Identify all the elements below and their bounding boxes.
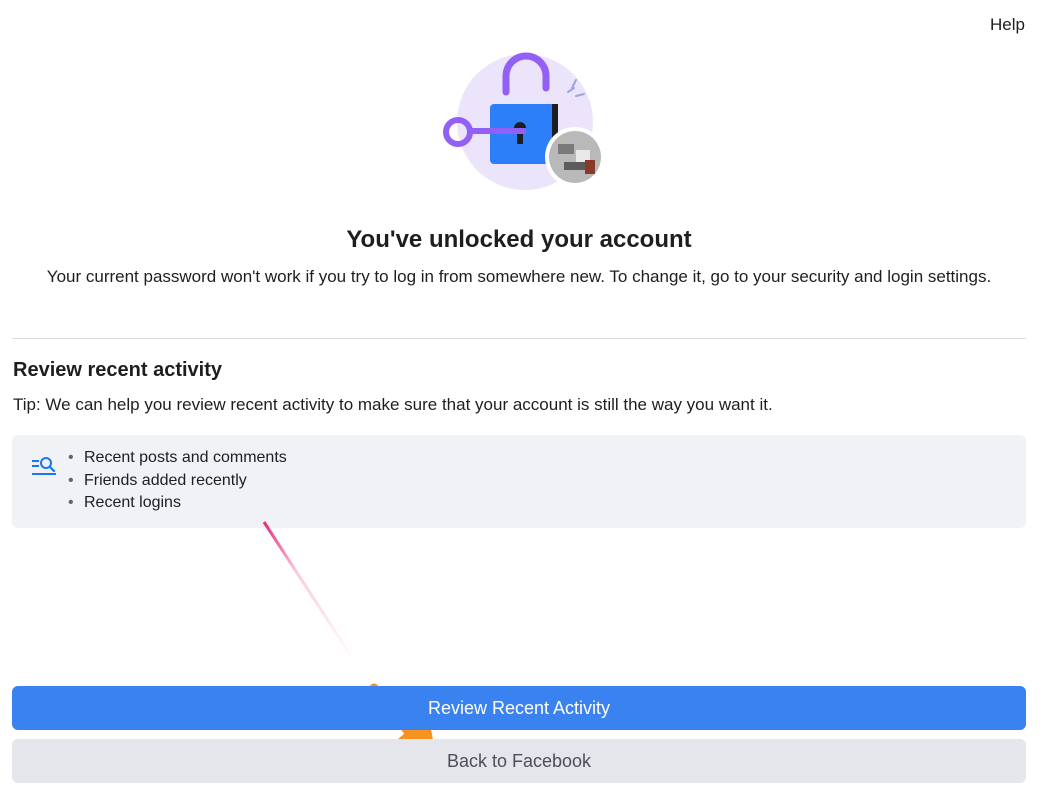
search-list-icon	[31, 452, 57, 478]
review-recent-activity-button[interactable]: Review Recent Activity	[12, 686, 1026, 730]
activity-item-logins: Recent logins	[68, 492, 287, 515]
page-title: You've unlocked your account	[346, 226, 692, 253]
review-section-title: Review recent activity	[13, 359, 222, 381]
section-divider	[12, 338, 1026, 339]
page-subtitle: Your current password won't work if you …	[46, 267, 992, 286]
back-to-facebook-button[interactable]: Back to Facebook	[12, 739, 1026, 783]
activity-list: Recent posts and comments Friends added …	[68, 447, 287, 515]
review-tip: Tip: We can help you review recent activ…	[13, 395, 773, 414]
activity-item-friends: Friends added recently	[68, 470, 287, 493]
activity-summary-box: Recent posts and comments Friends added …	[12, 435, 1026, 528]
activity-item-posts: Recent posts and comments	[68, 447, 287, 470]
help-link[interactable]: Help	[990, 15, 1025, 35]
unlock-illustration-graphic	[443, 52, 605, 190]
pink-annotation-line	[262, 521, 357, 663]
unlock-illustration	[440, 52, 610, 192]
